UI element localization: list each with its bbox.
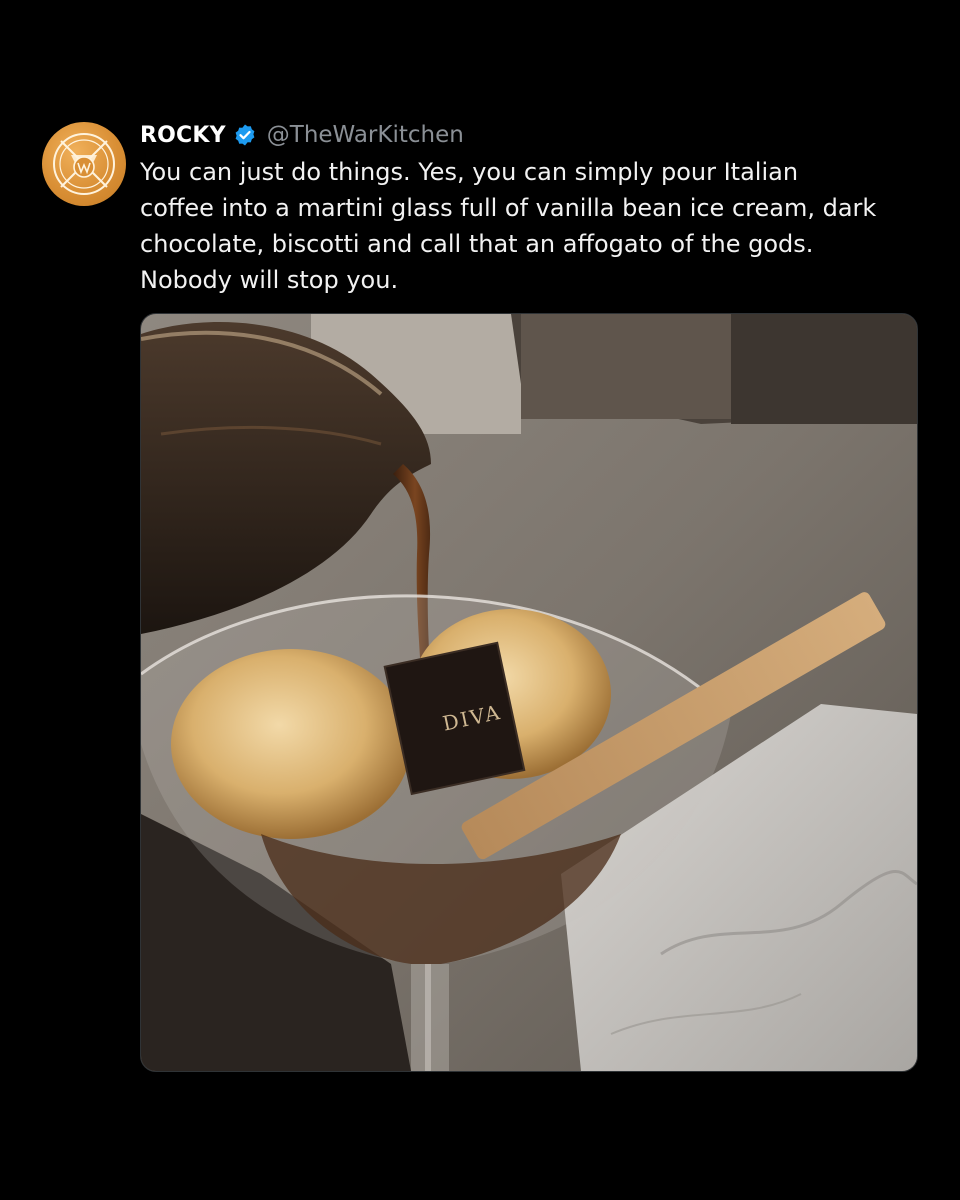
tweet-header: ROCKY @TheWarKitchen	[140, 118, 922, 152]
affogato-photo: DIVA	[141, 314, 917, 1071]
tweet-content: ROCKY @TheWarKitchen You can just do thi…	[140, 118, 922, 298]
avatar[interactable]	[42, 122, 126, 206]
tweet-text: You can just do things. Yes, you can sim…	[140, 158, 877, 294]
user-handle[interactable]: @TheWarKitchen	[267, 122, 464, 148]
display-name[interactable]: ROCKY	[140, 123, 226, 148]
tweet-image[interactable]: DIVA	[140, 313, 918, 1072]
verified-badge-icon	[233, 123, 257, 147]
war-kitchen-logo-icon	[53, 133, 115, 195]
